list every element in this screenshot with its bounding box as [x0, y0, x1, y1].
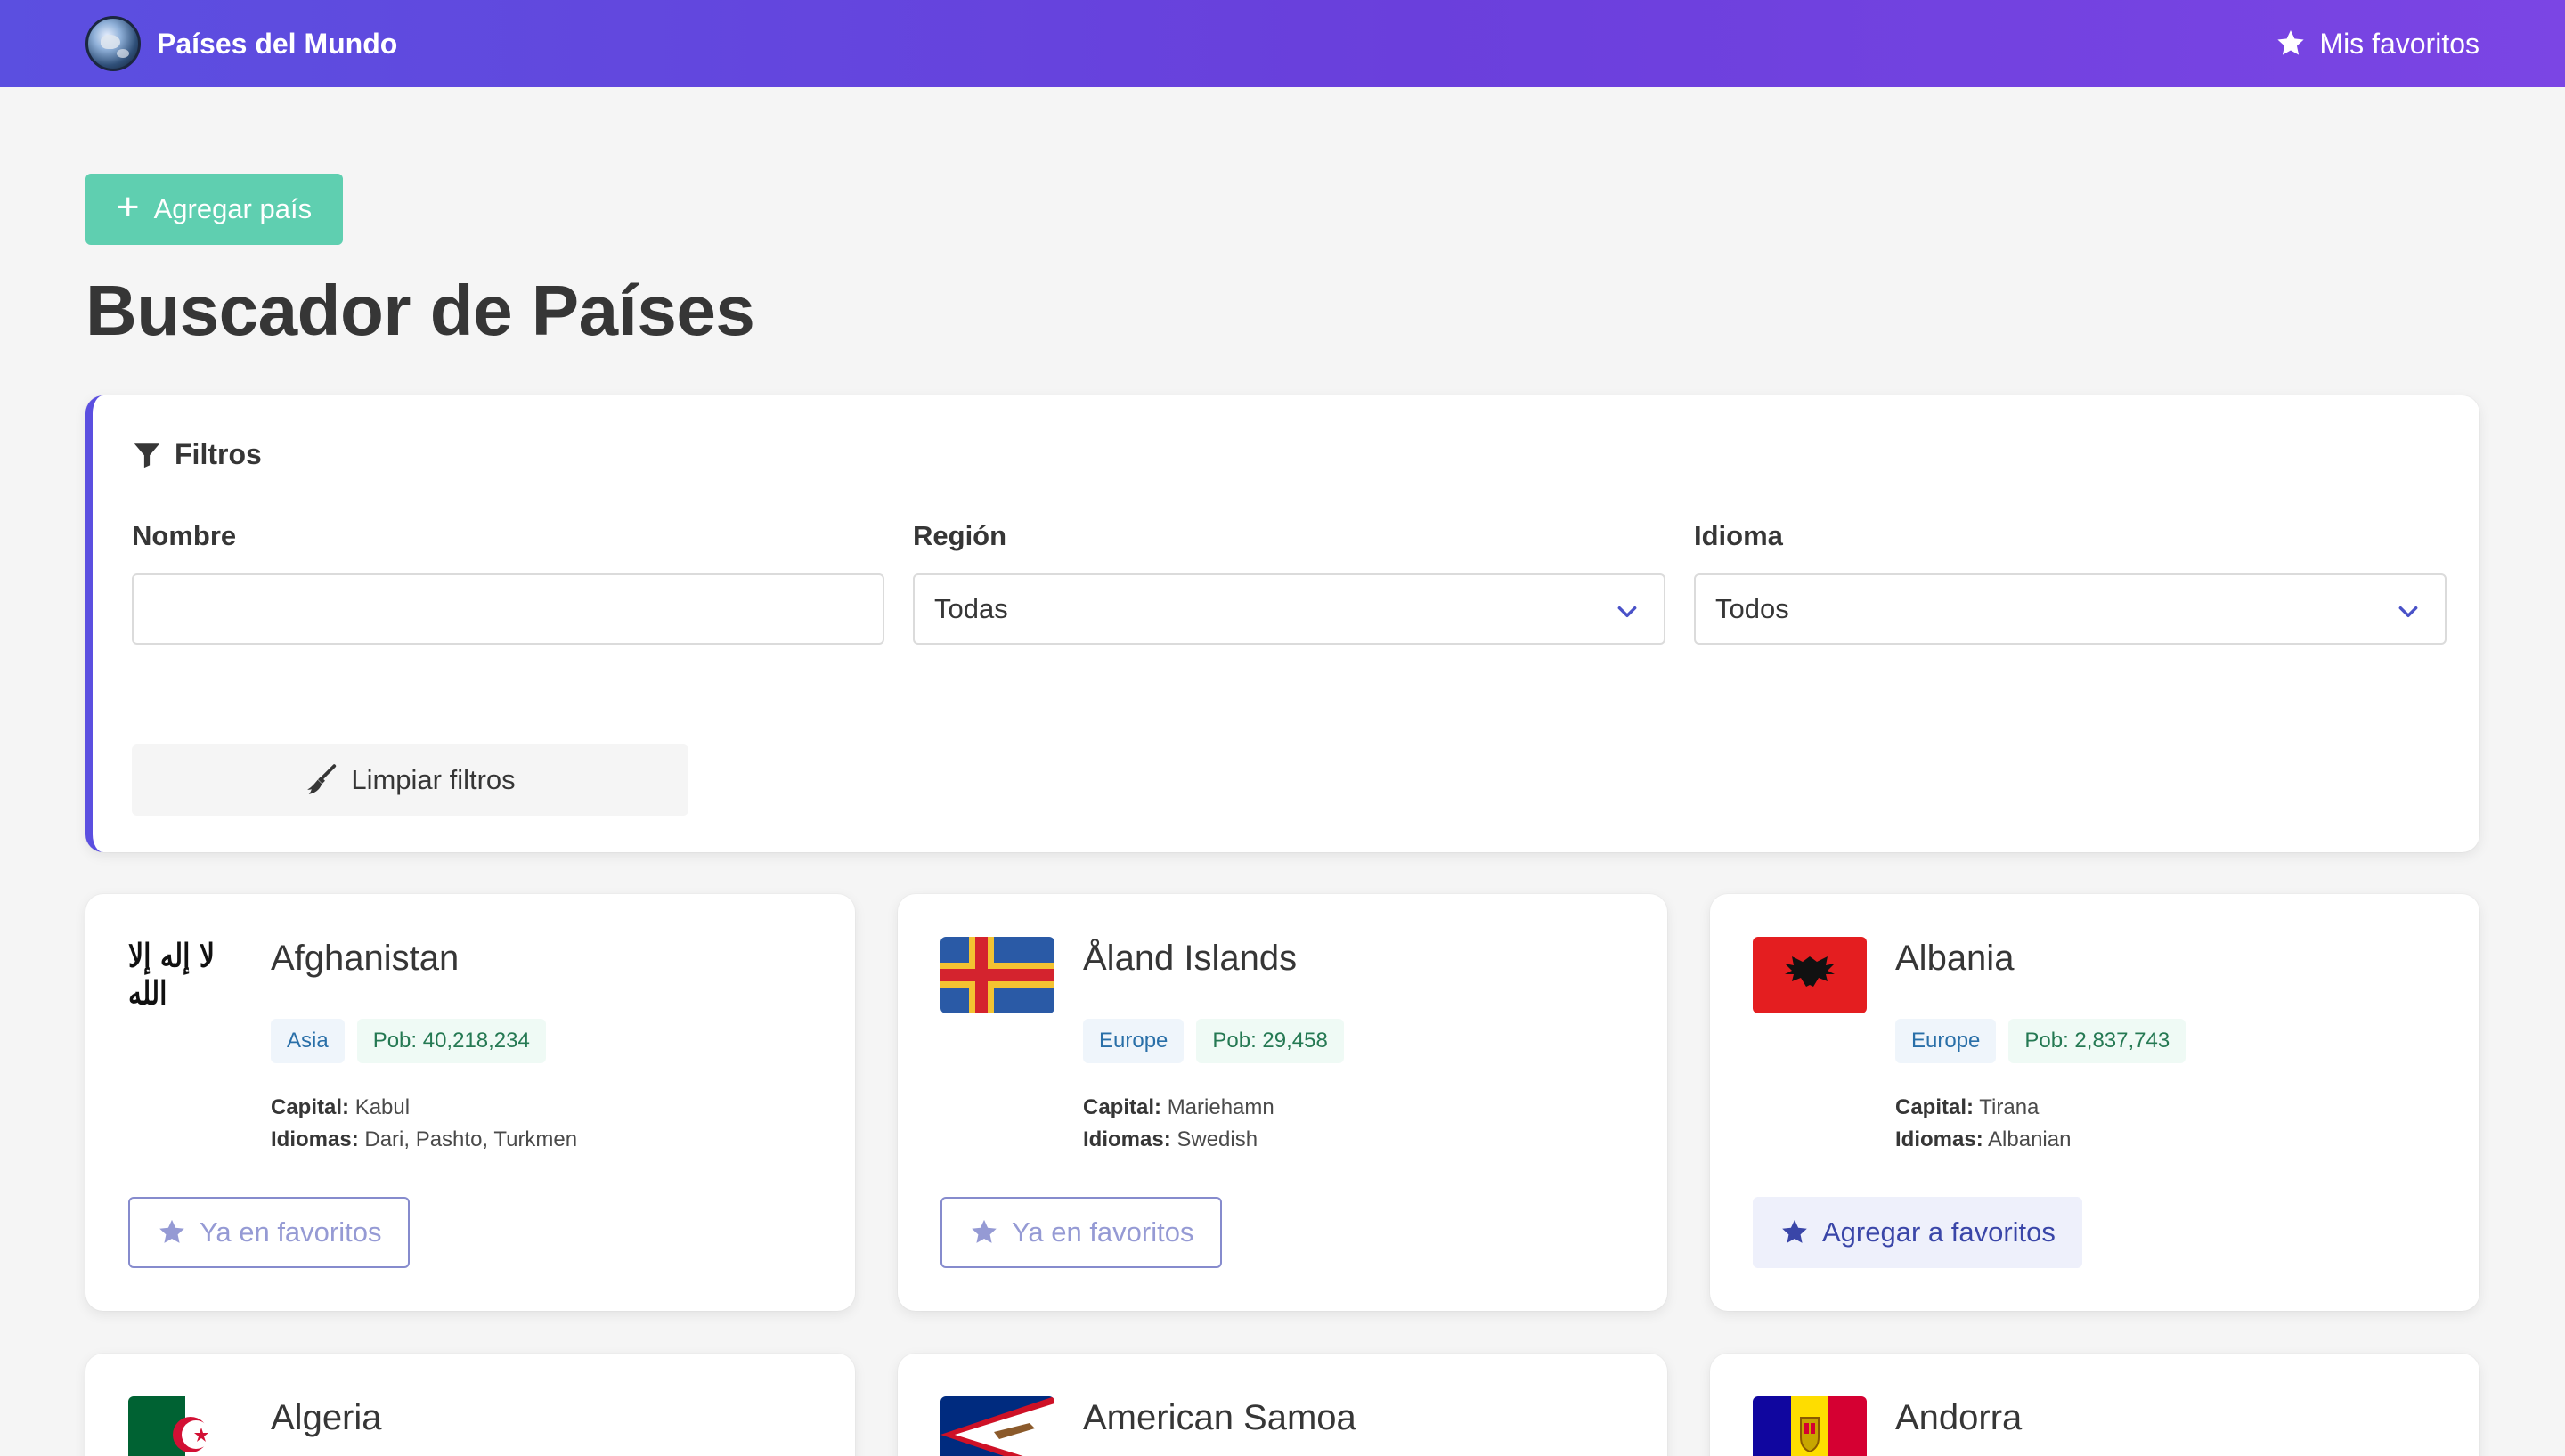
broom-icon — [307, 764, 337, 794]
country-name: Algeria — [271, 1398, 382, 1437]
country-card-afghanistan: لا إله إلا الله Afghanistan Asia Pob: 40… — [86, 894, 855, 1311]
languages-label: Idiomas: — [1083, 1127, 1171, 1151]
languages-line: Idiomas: Swedish — [1083, 1124, 1274, 1156]
languages-label: Idiomas: — [1895, 1127, 1983, 1151]
favorite-button-label: Ya en favoritos — [1012, 1216, 1194, 1248]
region-select[interactable]: Todas — [913, 573, 1665, 645]
population-tag: Pob: 40,218,234 — [356, 1019, 546, 1063]
capital-line: Capital: Tirana — [1895, 1092, 2071, 1124]
add-country-button[interactable]: + Agregar país — [86, 174, 343, 245]
capital-value: Mariehamn — [1167, 1095, 1274, 1119]
capital-line: Capital: Mariehamn — [1083, 1092, 1274, 1124]
favorite-button[interactable]: Ya en favoritos — [940, 1197, 1223, 1268]
country-info: Capital: Mariehamn Idiomas: Swedish — [1083, 1092, 1274, 1156]
country-name: Andorra — [1895, 1398, 2023, 1437]
region-selected-value: Todas — [934, 593, 1008, 624]
plus-icon: + — [116, 185, 140, 229]
capital-value: Kabul — [354, 1095, 411, 1119]
country-card-algeria: Algeria — [86, 1354, 855, 1456]
country-name: Albania — [1895, 939, 2015, 978]
capital-line: Capital: Kabul — [271, 1092, 577, 1124]
country-info: Capital: Kabul Idiomas: Dari, Pashto, Tu… — [271, 1092, 577, 1156]
flag-afghanistan-script: لا إله إلا الله — [128, 938, 216, 1013]
star-icon — [159, 1219, 184, 1243]
flag-afghanistan: لا إله إلا الله — [128, 937, 242, 1013]
region-tag: Asia — [271, 1019, 345, 1063]
globe-icon — [86, 16, 141, 71]
flag-american-samoa — [940, 1396, 1054, 1456]
favorite-button-label: Ya en favoritos — [200, 1216, 382, 1248]
add-country-label: Agregar país — [153, 193, 313, 224]
name-input[interactable] — [132, 573, 884, 645]
population-tag: Pob: 29,458 — [1196, 1019, 1344, 1063]
top-navbar: Países del Mundo Mis favoritos — [0, 0, 2565, 87]
my-favorites-link[interactable]: Mis favoritos — [2275, 28, 2480, 61]
country-info: Capital: Tirana Idiomas: Albanian — [1895, 1092, 2071, 1156]
country-card-aland-islands: Åland Islands Europe Pob: 29,458 Capital… — [898, 894, 1667, 1311]
languages-value: Dari, Pashto, Turkmen — [364, 1127, 578, 1151]
clear-filters-button[interactable]: Limpiar filtros — [132, 744, 688, 816]
country-name: Afghanistan — [271, 939, 460, 978]
languages-line: Idiomas: Dari, Pashto, Turkmen — [271, 1124, 577, 1156]
capital-value: Tirana — [1979, 1095, 2040, 1119]
flag-aland-islands — [940, 937, 1054, 1013]
languages-value: Swedish — [1177, 1127, 1258, 1151]
country-tags: Europe Pob: 2,837,743 — [1895, 1019, 2186, 1063]
population-tag: Pob: 2,837,743 — [2008, 1019, 2186, 1063]
name-label: Nombre — [132, 520, 237, 551]
filter-icon — [134, 443, 160, 468]
country-name: American Samoa — [1083, 1398, 1356, 1437]
country-card-andorra: Andorra — [1710, 1354, 2480, 1456]
capital-label: Capital: — [271, 1095, 350, 1119]
clear-filters-label: Limpiar filtros — [351, 764, 516, 795]
chevron-down-icon — [2398, 606, 2418, 618]
region-tag: Europe — [1895, 1019, 1997, 1063]
languages-value: Albanian — [1988, 1127, 2072, 1151]
country-name: Åland Islands — [1083, 939, 1298, 978]
country-card-american-samoa: American Samoa — [898, 1354, 1667, 1456]
flag-andorra — [1753, 1396, 1867, 1456]
page-title: Buscador de Países — [86, 271, 755, 350]
language-selected-value: Todos — [1715, 593, 1789, 624]
languages-line: Idiomas: Albanian — [1895, 1124, 2071, 1156]
filters-panel: Filtros Nombre Región Todas Idioma Todos… — [86, 395, 2480, 852]
add-to-favorites-button[interactable]: Agregar a favoritos — [1753, 1197, 2082, 1268]
star-icon — [2277, 30, 2305, 55]
chevron-down-icon — [1617, 606, 1637, 618]
country-tags: Europe Pob: 29,458 — [1083, 1019, 1344, 1063]
capital-label: Capital: — [1083, 1095, 1162, 1119]
flag-albania — [1753, 937, 1867, 1013]
languages-label: Idiomas: — [271, 1127, 359, 1151]
brand-link[interactable]: Países del Mundo — [86, 16, 397, 71]
country-tags: Asia Pob: 40,218,234 — [271, 1019, 546, 1063]
brand-title: Países del Mundo — [157, 27, 398, 60]
star-icon — [972, 1219, 997, 1243]
language-select[interactable]: Todos — [1694, 573, 2447, 645]
favorite-button[interactable]: Ya en favoritos — [128, 1197, 411, 1268]
language-label: Idioma — [1694, 520, 1783, 551]
flag-algeria — [128, 1396, 242, 1456]
filters-heading: Filtros — [132, 438, 262, 471]
star-icon — [1782, 1219, 1807, 1243]
filters-heading-label: Filtros — [175, 438, 262, 470]
region-tag: Europe — [1083, 1019, 1185, 1063]
region-label: Región — [913, 520, 1007, 551]
capital-label: Capital: — [1895, 1095, 1975, 1119]
country-card-albania: Albania Europe Pob: 2,837,743 Capital: T… — [1710, 894, 2480, 1311]
favorite-button-label: Agregar a favoritos — [1822, 1216, 2056, 1248]
my-favorites-label: Mis favoritos — [2319, 27, 2480, 60]
